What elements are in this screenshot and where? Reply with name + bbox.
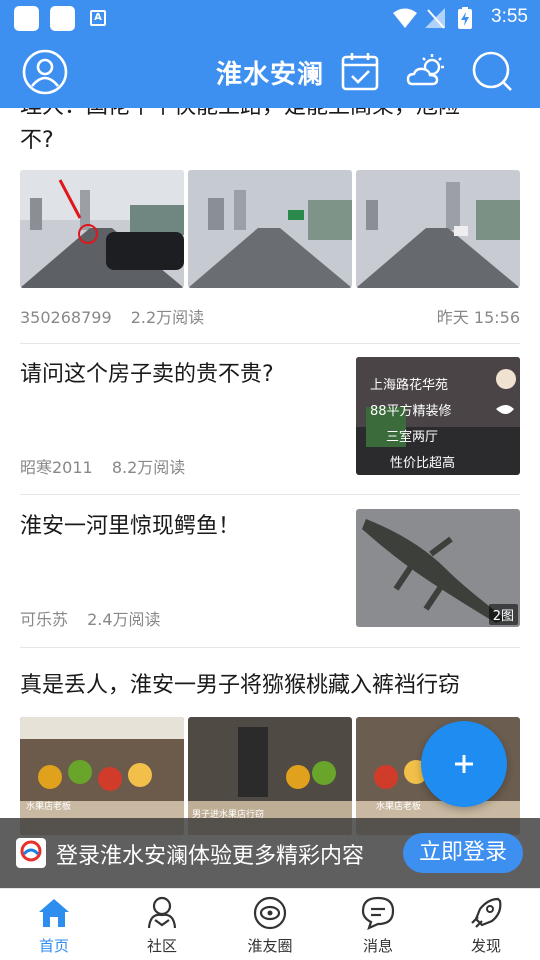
message-icon <box>361 896 395 931</box>
tab-label: 消息 <box>362 937 393 955</box>
feed-item-title: 淮安一河里惊现鳄鱼！ <box>20 514 241 539</box>
tab-messages[interactable]: 消息 <box>324 889 432 960</box>
road-dashcam-image <box>20 170 184 288</box>
status-bar: A 3:55 <box>0 0 540 36</box>
thumbnail-caption: 上海路花华苑 <box>370 377 448 393</box>
author-name: 可乐苏 <box>20 610 69 629</box>
apartment-interior-image: 上海路花华苑 88平方精装修 三室两厅 性价比超高 <box>356 357 520 475</box>
notification-icon <box>14 6 39 31</box>
read-count: 8.2万阅读 <box>111 458 186 477</box>
thumbnail-image[interactable]: 上海路花华苑 88平方精装修 三室两厅 性价比超高 <box>356 357 520 475</box>
tab-label: 淮友圈 <box>247 937 293 955</box>
divider <box>20 343 520 344</box>
rocket-icon <box>471 897 502 928</box>
tab-label: 社区 <box>146 937 177 955</box>
tab-discover[interactable]: 发现 <box>432 889 540 960</box>
wifi-icon <box>393 8 417 28</box>
thumbnail-caption: 水果店老板 <box>26 800 71 812</box>
calendar-check-icon <box>341 53 379 91</box>
feed-item-title: 真是丢人，淮安一男子将猕猴桃藏入裤裆行窃 <box>20 673 461 698</box>
login-banner: 登录淮水安澜体验更多精彩内容 立即登录 <box>0 818 540 888</box>
divider <box>20 647 520 648</box>
bottom-navigation: 首页 社区 淮友圈 消息 发现 <box>0 888 540 960</box>
app-logo-icon <box>20 840 42 862</box>
feed-item-title: 不? <box>20 128 54 153</box>
battery-charging-icon <box>458 7 472 29</box>
read-count: 2.2万阅读 <box>130 308 205 327</box>
circle-icon <box>253 896 287 930</box>
no-signal-icon <box>425 8 445 29</box>
community-icon <box>147 896 177 929</box>
tab-huaiyou-circle[interactable]: 淮友圈 <box>216 889 324 960</box>
feed-item[interactable]: 请问这个房子卖的贵不贵? <box>20 358 340 392</box>
thumbnail-caption: 水果店老板 <box>376 800 421 812</box>
feed-item-title: 请问这个房子卖的贵不贵? <box>20 362 274 387</box>
notification-icon <box>50 6 75 31</box>
feed-item[interactable]: 理大：国佬平午快能上路，是能上高架，危险 不? <box>20 108 520 158</box>
tab-label: 首页 <box>38 937 69 955</box>
publish-time: 昨天 15:56 <box>436 308 520 327</box>
feed-item-meta: 可乐苏 2.4万阅读 <box>20 606 340 630</box>
thumbnail-caption: 88平方精装修 <box>370 403 452 419</box>
thumbnail-caption: 性价比超高 <box>390 455 455 471</box>
author-name: 350268799 <box>20 308 112 327</box>
author-name: 昭寒2011 <box>20 458 93 477</box>
feed-item[interactable]: 真是丢人，淮安一男子将猕猴桃藏入裤裆行窃 <box>20 669 520 703</box>
thumbnail-image[interactable]: 2图 <box>356 509 520 627</box>
app-header: 淮水安澜 <box>0 36 540 108</box>
search-button[interactable] <box>469 48 517 96</box>
app-notification-icon: A <box>90 10 106 26</box>
plus-icon <box>455 755 473 773</box>
road-dashcam-image <box>188 170 352 288</box>
app-title: 淮水安澜 <box>215 60 324 90</box>
road-dashcam-image <box>356 170 520 288</box>
tab-community[interactable]: 社区 <box>108 889 216 960</box>
weather-icon <box>406 54 444 86</box>
feed-item[interactable]: 淮安一河里惊现鳄鱼！ <box>20 510 340 544</box>
image-count-badge: 2图 <box>488 604 518 625</box>
home-icon <box>39 899 69 927</box>
thumbnail-caption: 三室两厅 <box>386 429 438 445</box>
thumbnail-image[interactable] <box>188 170 352 288</box>
weather-button[interactable] <box>402 48 450 96</box>
thumbnail-image[interactable] <box>356 170 520 288</box>
divider <box>20 494 520 495</box>
tab-label: 发现 <box>470 937 501 955</box>
login-prompt: 登录淮水安澜体验更多精彩内容 <box>56 844 365 869</box>
feed-item-meta: 昭寒2011 8.2万阅读 <box>20 454 340 478</box>
search-icon <box>472 51 512 91</box>
clock: 3:55 <box>491 6 528 27</box>
feed-item-title: 理大：国佬平午快能上路，是能上高架，危险 <box>20 108 520 124</box>
app-logo-icon <box>16 838 46 868</box>
feed-item-meta: 350268799 2.2万阅读 昨天 15:56 <box>20 304 520 328</box>
checkin-button[interactable] <box>336 48 384 96</box>
login-button[interactable]: 立即登录 <box>403 833 523 873</box>
read-count: 2.4万阅读 <box>87 610 161 629</box>
thumbnail-image[interactable] <box>20 170 184 288</box>
compose-button[interactable] <box>421 721 507 807</box>
tab-home[interactable]: 首页 <box>0 889 108 960</box>
